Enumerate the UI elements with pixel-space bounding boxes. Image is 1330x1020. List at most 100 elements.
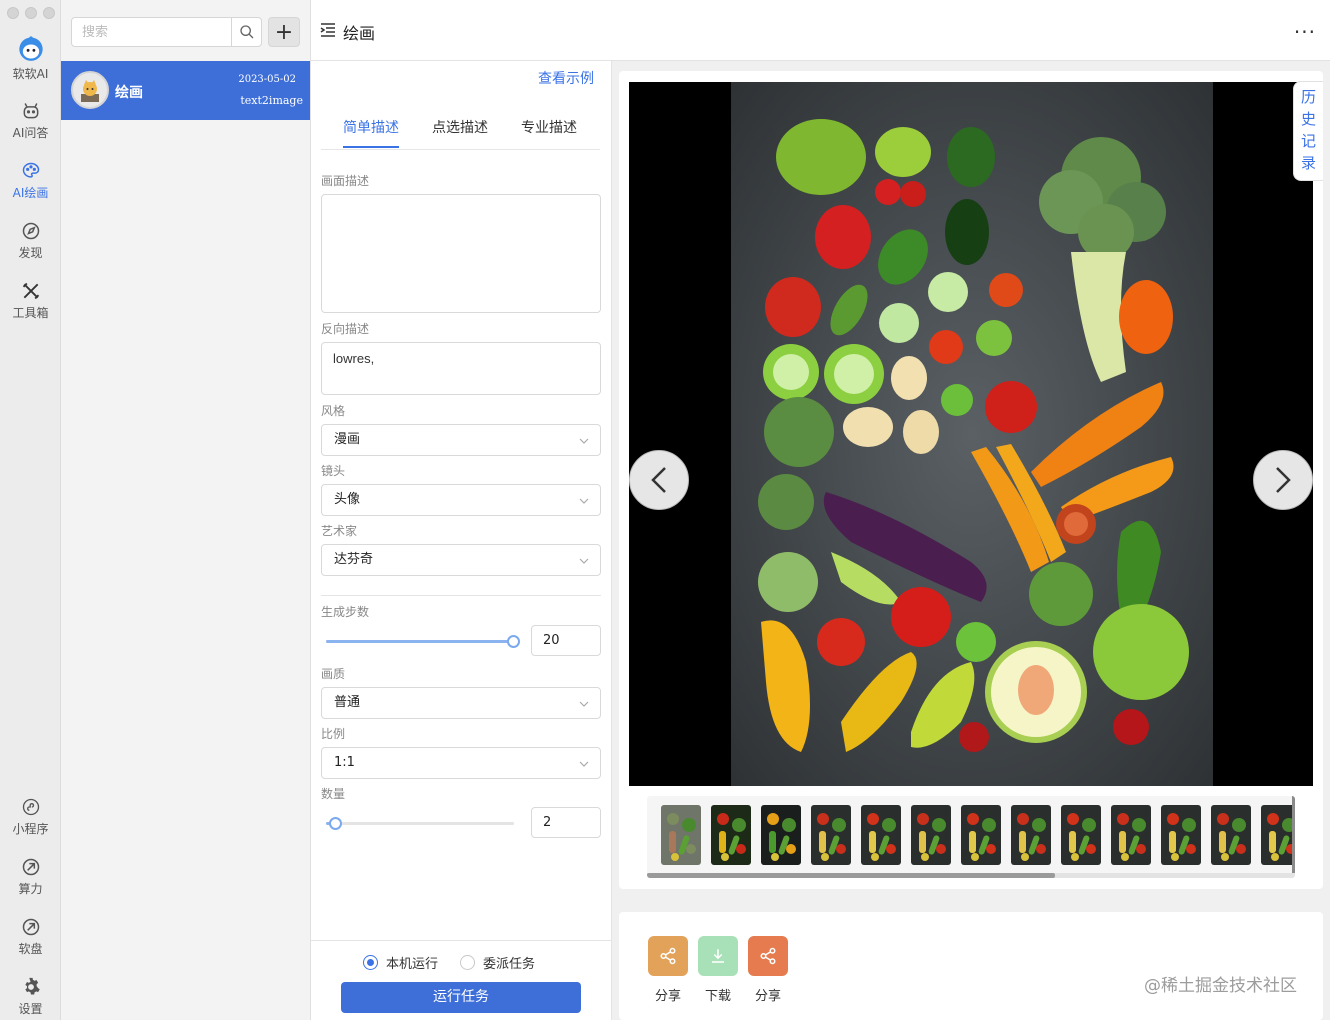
thumbnail-scrollbar-thumb[interactable] bbox=[647, 873, 1055, 878]
rail-label: 软盘 bbox=[18, 942, 43, 956]
thumbnail-image bbox=[661, 805, 701, 865]
thumbnail-item[interactable] bbox=[961, 805, 1001, 865]
download-button[interactable]: 下载 bbox=[698, 936, 738, 1004]
chevron-down-icon bbox=[579, 438, 589, 444]
download-icon bbox=[712, 949, 724, 963]
rail-item-ai-painting[interactable]: AI绘画 bbox=[0, 161, 61, 201]
compass-icon bbox=[22, 222, 39, 240]
download-button-tile bbox=[698, 936, 738, 976]
menu-fold-icon[interactable] bbox=[320, 22, 336, 38]
steps-input[interactable]: 20 bbox=[531, 625, 601, 656]
tab-professional[interactable]: 专业描述 bbox=[521, 117, 577, 146]
thumbnail-scrollbar[interactable] bbox=[647, 873, 1295, 878]
next-image-button[interactable] bbox=[1253, 450, 1313, 510]
thumbnail-image bbox=[1261, 805, 1295, 865]
thumbnail-image bbox=[1211, 805, 1251, 865]
thumbnail-item[interactable] bbox=[1161, 805, 1201, 865]
thumbnail-item[interactable] bbox=[861, 805, 901, 865]
radio-dot bbox=[460, 955, 475, 970]
rail-item-discover[interactable]: 发现 bbox=[0, 221, 61, 261]
chat-bot-icon bbox=[23, 103, 38, 119]
thumbnail-image bbox=[961, 805, 1001, 865]
negative-prompt-textarea[interactable]: lowres, bbox=[321, 342, 601, 395]
more-options-button[interactable]: ··· bbox=[1294, 20, 1316, 44]
tab-click-select[interactable]: 点选描述 bbox=[432, 117, 488, 146]
prompt-textarea[interactable] bbox=[321, 194, 601, 313]
style-value: 漫画 bbox=[334, 432, 361, 447]
count-slider-handle[interactable] bbox=[329, 817, 342, 830]
ratio-select[interactable]: 1:1 bbox=[321, 747, 601, 779]
thumbnail-item[interactable] bbox=[1061, 805, 1101, 865]
previous-image-button[interactable] bbox=[629, 450, 689, 510]
thumbnail-item[interactable] bbox=[761, 805, 801, 865]
thumbnail-item[interactable] bbox=[1211, 805, 1251, 865]
count-slider[interactable] bbox=[326, 817, 514, 830]
share-button-2[interactable]: 分享 bbox=[748, 936, 788, 1004]
tab-simple[interactable]: 简单描述 bbox=[343, 117, 399, 148]
count-input[interactable]: 2 bbox=[531, 807, 601, 838]
thumbnail-image bbox=[911, 805, 951, 865]
artist-select[interactable]: 达芬奇 bbox=[321, 544, 601, 576]
search-input[interactable] bbox=[72, 18, 231, 46]
thumbnail-image bbox=[711, 805, 751, 865]
rail-item-miniapp[interactable]: 小程序 bbox=[0, 797, 61, 837]
section-divider bbox=[321, 595, 601, 596]
thumbnail-image bbox=[861, 805, 901, 865]
delegate-task-radio[interactable]: 委派任务 bbox=[460, 953, 535, 972]
thumbnail-image bbox=[1161, 805, 1201, 865]
share-label-2: 分享 bbox=[754, 989, 781, 1004]
steps-slider-handle[interactable] bbox=[507, 635, 520, 648]
share-button-2-tile bbox=[748, 936, 788, 976]
download-label: 下载 bbox=[704, 989, 731, 1004]
thumbnail-item[interactable] bbox=[1111, 805, 1151, 865]
rail-item-compute[interactable]: 算力 bbox=[0, 857, 61, 897]
history-button[interactable]: 历史记录 bbox=[1293, 81, 1323, 181]
ratio-value: 1:1 bbox=[334, 755, 355, 770]
share-icon bbox=[760, 947, 776, 965]
thumbnail-item[interactable] bbox=[1261, 805, 1295, 865]
conversation-date: 2023-05-02 bbox=[238, 74, 296, 85]
rail-label: 设置 bbox=[18, 1002, 43, 1016]
thumbnail-item[interactable] bbox=[661, 805, 701, 865]
add-conversation-button[interactable]: + bbox=[268, 17, 300, 47]
thumbnail-image bbox=[811, 805, 851, 865]
steps-slider[interactable] bbox=[326, 635, 520, 648]
count-label: 数量 bbox=[321, 787, 346, 801]
disk-icon bbox=[22, 918, 39, 936]
thumbnail-item[interactable] bbox=[1011, 805, 1051, 865]
thumbnail-item[interactable] bbox=[811, 805, 851, 865]
rail-item-disk[interactable]: 软盘 bbox=[0, 917, 61, 957]
thumbnail-image bbox=[1061, 805, 1101, 865]
rail-item-toolbox[interactable]: 工具箱 bbox=[0, 281, 61, 321]
local-run-radio[interactable]: 本机运行 bbox=[363, 953, 438, 972]
rail-label: 工具箱 bbox=[12, 306, 49, 320]
gear-icon bbox=[24, 977, 40, 995]
thumbnail-strip-edge bbox=[1292, 796, 1295, 873]
minimize-window-button[interactable] bbox=[25, 7, 37, 19]
radio-dot bbox=[363, 955, 378, 970]
rail-item-ruanruan-ai[interactable]: 软软AI bbox=[0, 34, 61, 82]
close-window-button[interactable] bbox=[7, 7, 19, 19]
thumbnail-item[interactable] bbox=[911, 805, 951, 865]
share-label: 分享 bbox=[654, 989, 681, 1004]
zoom-window-button[interactable] bbox=[43, 7, 55, 19]
style-select[interactable]: 漫画 bbox=[321, 424, 601, 456]
conversation-item[interactable]: 绘画 2023-05-02 text2image bbox=[61, 61, 310, 120]
miniapp-icon bbox=[22, 798, 39, 816]
thumbnail-item[interactable] bbox=[711, 805, 751, 865]
search-button[interactable] bbox=[231, 18, 261, 46]
prompt-label: 画面描述 bbox=[321, 174, 370, 188]
share-button[interactable]: 分享 bbox=[648, 936, 688, 1004]
quality-select[interactable]: 普通 bbox=[321, 687, 601, 719]
thumbnail-strip bbox=[647, 796, 1295, 878]
lens-select[interactable]: 头像 bbox=[321, 484, 601, 516]
delegate-task-label: 委派任务 bbox=[483, 957, 536, 972]
search-box bbox=[71, 17, 262, 47]
view-example-link[interactable]: 查看示例 bbox=[538, 68, 594, 88]
run-task-button[interactable]: 运行任务 bbox=[341, 982, 581, 1013]
rail-item-settings[interactable]: 设置 bbox=[0, 977, 61, 1017]
rail-label: 软软AI bbox=[12, 67, 49, 81]
content-header: 绘画 ··· bbox=[311, 0, 1330, 61]
steps-label: 生成步数 bbox=[321, 605, 370, 619]
rail-item-ai-qa[interactable]: AI问答 bbox=[0, 101, 61, 141]
